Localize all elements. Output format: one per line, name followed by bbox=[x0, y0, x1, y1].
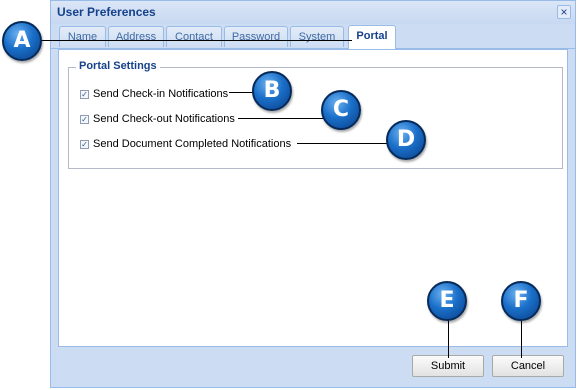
document-completed-notifications-row[interactable]: ✓ Send Document Completed Notifications bbox=[80, 138, 291, 150]
callout-f-line bbox=[521, 318, 522, 358]
callout-c-line bbox=[238, 118, 324, 119]
dialog-titlebar[interactable]: User Preferences × bbox=[51, 1, 575, 24]
callout-a-badge: A bbox=[2, 21, 42, 61]
callout-a-line bbox=[40, 40, 352, 41]
tab-address[interactable]: Address bbox=[108, 26, 164, 47]
checkin-label: Send Check-in Notifications bbox=[93, 88, 229, 101]
callout-f-badge: F bbox=[501, 281, 541, 321]
dialog-footer: Submit Cancel bbox=[51, 347, 575, 387]
document-completed-label: Send Document Completed Notifications bbox=[93, 138, 292, 151]
close-icon[interactable]: × bbox=[557, 5, 571, 19]
cancel-button[interactable]: Cancel bbox=[492, 355, 564, 377]
tab-strip: Name Address Contact Password System Por… bbox=[51, 24, 575, 49]
submit-button[interactable]: Submit bbox=[412, 355, 484, 377]
tab-name[interactable]: Name bbox=[59, 26, 106, 47]
checkin-notifications-row[interactable]: ✓ Send Check-in Notifications bbox=[80, 88, 228, 100]
checkin-checkbox[interactable]: ✓ bbox=[80, 89, 89, 99]
callout-c-badge: C bbox=[321, 90, 361, 130]
callout-d-badge: D bbox=[386, 120, 426, 160]
checkout-checkbox[interactable]: ✓ bbox=[80, 114, 89, 124]
portal-settings-legend: Portal Settings bbox=[76, 60, 160, 72]
user-preferences-dialog: User Preferences × Name Address Contact … bbox=[50, 0, 576, 388]
tab-portal[interactable]: Portal bbox=[348, 25, 396, 49]
portal-panel: Portal Settings ✓ Send Check-in Notificat… bbox=[58, 49, 568, 347]
checkout-notifications-row[interactable]: ✓ Send Check-out Notifications bbox=[80, 113, 235, 125]
checkout-label: Send Check-out Notifications bbox=[93, 113, 235, 126]
callout-b-line bbox=[229, 92, 254, 93]
callout-e-line bbox=[448, 318, 449, 358]
document-completed-checkbox[interactable]: ✓ bbox=[80, 139, 89, 149]
tab-contact[interactable]: Contact bbox=[166, 26, 222, 47]
dialog-title: User Preferences bbox=[57, 5, 156, 19]
callout-e-badge: E bbox=[427, 281, 467, 321]
tab-password[interactable]: Password bbox=[224, 26, 288, 47]
callout-b-badge: B bbox=[252, 71, 292, 111]
tab-system[interactable]: System bbox=[290, 26, 344, 47]
callout-d-line bbox=[297, 143, 388, 144]
